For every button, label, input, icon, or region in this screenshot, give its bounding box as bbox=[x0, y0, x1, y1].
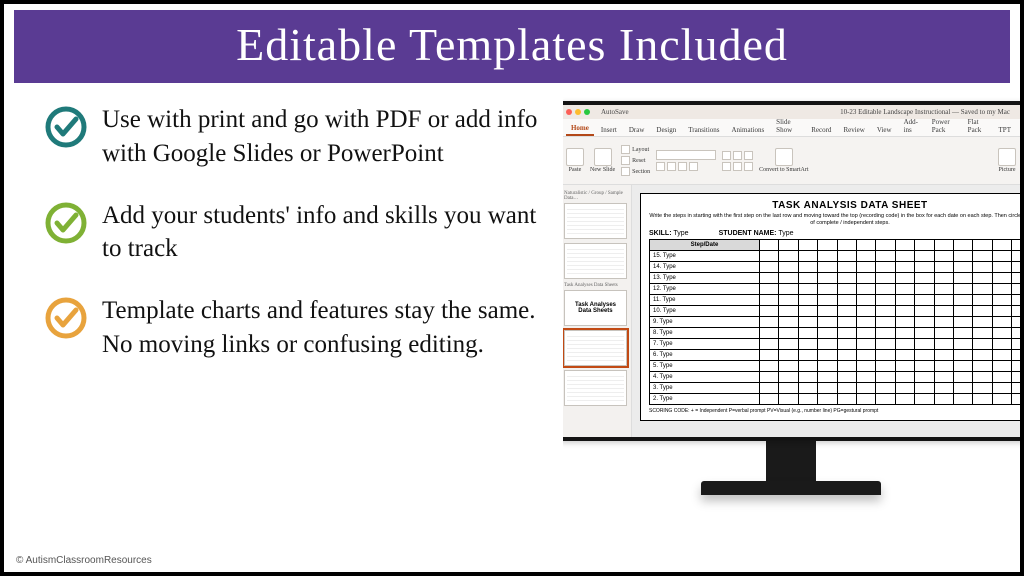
step-cell: 10. Type bbox=[649, 306, 759, 317]
step-cell: 2. Type bbox=[649, 394, 759, 405]
layout-button[interactable]: Layout bbox=[621, 145, 650, 154]
banner-title: Editable Templates Included bbox=[14, 10, 1010, 83]
editor-area: Naturalistic / Group / Sample Data… 11 1… bbox=[563, 185, 1020, 437]
bullets-button[interactable] bbox=[722, 151, 731, 160]
copyright: © AutismClassroomResources bbox=[16, 555, 152, 566]
step-cell: 13. Type bbox=[649, 273, 759, 284]
tab-flatpack[interactable]: Flat Pack bbox=[963, 116, 992, 136]
align-center-button[interactable] bbox=[733, 162, 742, 171]
check-icon bbox=[44, 201, 88, 245]
tab-view[interactable]: View bbox=[872, 124, 897, 136]
document-title: 10-23 Editable Landscape Instructional —… bbox=[840, 108, 1010, 116]
tab-record[interactable]: Record bbox=[806, 124, 836, 136]
slide-thumbnails: Naturalistic / Group / Sample Data… 11 1… bbox=[563, 185, 632, 437]
picture-button[interactable]: Picture bbox=[998, 148, 1016, 173]
check-icon bbox=[44, 296, 88, 340]
tab-powerpack[interactable]: Power Pack bbox=[927, 116, 961, 136]
monitor-stand bbox=[766, 441, 816, 481]
reset-button[interactable]: Reset bbox=[621, 156, 650, 165]
tab-addins[interactable]: Add-ins bbox=[899, 116, 925, 136]
bullet-text: Template charts and features stay the sa… bbox=[102, 294, 553, 362]
align-right-button[interactable] bbox=[744, 162, 753, 171]
section-label-1[interactable]: Naturalistic / Group / Sample Data… bbox=[564, 191, 627, 201]
convert-smartart-button[interactable]: Convert to SmartArt bbox=[759, 148, 808, 173]
close-icon[interactable] bbox=[566, 109, 572, 115]
align-left-button[interactable] bbox=[722, 162, 731, 171]
font-field[interactable] bbox=[656, 150, 716, 160]
step-cell: 15. Type bbox=[649, 251, 759, 262]
step-cell: 14. Type bbox=[649, 262, 759, 273]
content-area: Use with print and go with PDF or add in… bbox=[4, 83, 1020, 565]
tab-insert[interactable]: Insert bbox=[596, 124, 622, 136]
slide-thumb-13[interactable]: 13Task Analyses Data Sheets bbox=[564, 290, 627, 326]
strike-button[interactable] bbox=[689, 162, 698, 171]
indent-button[interactable] bbox=[744, 151, 753, 160]
monitor-base bbox=[701, 481, 881, 495]
step-cell: 12. Type bbox=[649, 284, 759, 295]
underline-button[interactable] bbox=[678, 162, 687, 171]
slide-thumb-15[interactable]: 15 bbox=[564, 370, 627, 406]
bullet-2: Add your students' info and skills you w… bbox=[44, 199, 553, 267]
task-table: Step/Date 15. Type14. Type13. Type12. Ty… bbox=[649, 239, 1020, 405]
slide-group: Layout Reset Section bbox=[621, 145, 650, 176]
slide-thumb-11[interactable]: 11 bbox=[564, 203, 627, 239]
scoring-code: SCORING CODE: + = Independent P=verbal p… bbox=[649, 408, 1020, 414]
step-cell: 8. Type bbox=[649, 328, 759, 339]
slide-frame: Editable Templates Included Use with pri… bbox=[0, 0, 1024, 576]
tab-transitions[interactable]: Transitions bbox=[683, 124, 724, 136]
tab-home[interactable]: Home bbox=[566, 122, 594, 136]
tab-animations[interactable]: Animations bbox=[727, 124, 770, 136]
tab-design[interactable]: Design bbox=[651, 124, 681, 136]
zoom-icon[interactable] bbox=[584, 109, 590, 115]
italic-button[interactable] bbox=[667, 162, 676, 171]
tab-draw[interactable]: Draw bbox=[624, 124, 650, 136]
ribbon-tabs: Home Insert Draw Design Transitions Anim… bbox=[563, 119, 1020, 137]
step-cell: 6. Type bbox=[649, 350, 759, 361]
step-cell: 11. Type bbox=[649, 295, 759, 306]
tab-review[interactable]: Review bbox=[838, 124, 869, 136]
ribbon: Paste New Slide Layout Reset Section bbox=[563, 137, 1020, 185]
sheet-title: TASK ANALYSIS DATA SHEET bbox=[649, 200, 1020, 211]
step-cell: 7. Type bbox=[649, 339, 759, 350]
bullet-column: Use with print and go with PDF or add in… bbox=[4, 83, 563, 565]
powerpoint-window: AutoSave 10-23 Editable Landscape Instru… bbox=[563, 101, 1020, 441]
step-cell: 3. Type bbox=[649, 383, 759, 394]
font-group bbox=[656, 150, 716, 171]
monitor: AutoSave 10-23 Editable Landscape Instru… bbox=[563, 101, 1020, 511]
sheet-instructions: Write the steps in starting with the fir… bbox=[649, 213, 1020, 226]
slide-canvas[interactable]: TASK ANALYSIS DATA SHEET Write the steps… bbox=[632, 185, 1020, 437]
step-cell: 5. Type bbox=[649, 361, 759, 372]
col-step-header: Step/Date bbox=[649, 240, 759, 251]
step-cell: 4. Type bbox=[649, 372, 759, 383]
paste-button[interactable]: Paste bbox=[566, 148, 584, 173]
bullet-3: Template charts and features stay the sa… bbox=[44, 294, 553, 362]
check-icon bbox=[44, 105, 88, 149]
tab-slideshow[interactable]: Slide Show bbox=[771, 116, 804, 136]
slide-thumb-14[interactable]: 14 bbox=[564, 330, 627, 366]
section-label-2[interactable]: Task Analyses Data Sheets bbox=[564, 283, 627, 288]
sheet-meta: SKILL: Type STUDENT NAME: Type bbox=[649, 230, 1020, 237]
tab-tpt[interactable]: TPT bbox=[994, 124, 1016, 136]
section-button[interactable]: Section bbox=[621, 167, 650, 176]
new-slide-button[interactable]: New Slide bbox=[590, 148, 615, 173]
minimize-icon[interactable] bbox=[575, 109, 581, 115]
numbering-button[interactable] bbox=[733, 151, 742, 160]
bullet-text: Use with print and go with PDF or add in… bbox=[102, 103, 553, 171]
bold-button[interactable] bbox=[656, 162, 665, 171]
worksheet: TASK ANALYSIS DATA SHEET Write the steps… bbox=[640, 193, 1020, 421]
bullet-text: Add your students' info and skills you w… bbox=[102, 199, 553, 267]
para-group bbox=[722, 151, 753, 171]
autosave-label: AutoSave bbox=[601, 108, 629, 116]
slide-thumb-12[interactable]: 12 bbox=[564, 243, 627, 279]
monitor-column: AutoSave 10-23 Editable Landscape Instru… bbox=[563, 83, 1020, 565]
bullet-1: Use with print and go with PDF or add in… bbox=[44, 103, 553, 171]
step-cell: 9. Type bbox=[649, 317, 759, 328]
